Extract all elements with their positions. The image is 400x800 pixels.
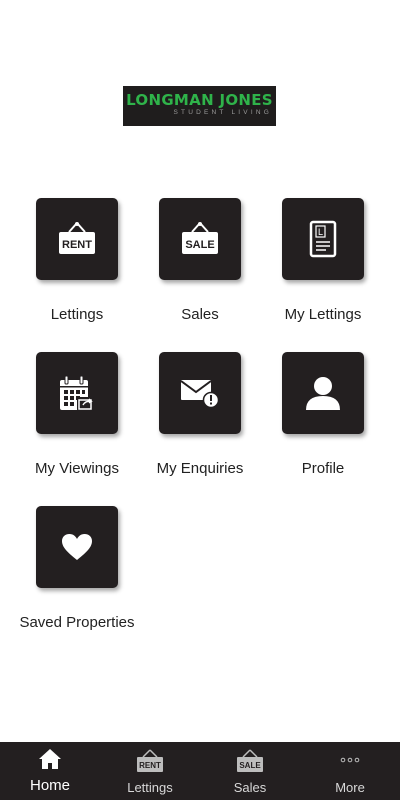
tile-sales-button[interactable]: SALE bbox=[159, 198, 241, 280]
nav-sales[interactable]: SALE Sales bbox=[200, 742, 300, 800]
tile-my-viewings-button[interactable] bbox=[36, 352, 118, 434]
tile-my-viewings[interactable]: My Viewings bbox=[15, 352, 139, 478]
sale-sign-icon: SALE bbox=[237, 749, 263, 772]
rent-sign-icon: RENT bbox=[59, 222, 95, 254]
brand-logo: LONGMAN JONES STUDENT LIVING bbox=[123, 86, 276, 126]
nav-sale-sign-text: SALE bbox=[239, 761, 261, 770]
nav-home[interactable]: Home bbox=[0, 742, 100, 800]
sale-sign-text: SALE bbox=[185, 239, 214, 251]
tile-saved-properties-button[interactable] bbox=[36, 506, 118, 588]
more-dots-icon bbox=[340, 757, 360, 763]
document-icon: L bbox=[309, 220, 337, 258]
nav-more-label: More bbox=[335, 780, 365, 795]
tile-lettings[interactable]: RENT Lettings bbox=[15, 198, 139, 324]
tile-saved-properties[interactable]: Saved Properties bbox=[15, 506, 139, 632]
tile-my-enquiries-label: My Enquiries bbox=[156, 460, 244, 477]
nav-sales-label: Sales bbox=[233, 780, 267, 795]
tile-my-enquiries[interactable]: My Enquiries bbox=[138, 352, 262, 478]
tile-sales[interactable]: SALE Sales bbox=[138, 198, 262, 324]
tile-my-enquiries-button[interactable] bbox=[159, 352, 241, 434]
mail-alert-icon bbox=[180, 380, 220, 408]
nav-lettings-label: Lettings bbox=[127, 780, 173, 795]
tile-my-lettings-label: My Lettings bbox=[284, 306, 362, 323]
heart-icon bbox=[62, 534, 92, 560]
calendar-share-icon bbox=[60, 375, 94, 411]
tile-profile-button[interactable] bbox=[282, 352, 364, 434]
tile-profile[interactable]: Profile bbox=[261, 352, 385, 478]
document-letter: L bbox=[318, 227, 323, 237]
bottom-navigation: Home RENT Lettings SALE Sales More bbox=[0, 742, 400, 800]
nav-home-label: Home bbox=[29, 777, 70, 794]
tile-lettings-button[interactable]: RENT bbox=[36, 198, 118, 280]
rent-sign-icon: RENT bbox=[137, 749, 163, 772]
rent-sign-text: RENT bbox=[62, 239, 92, 251]
user-icon bbox=[306, 377, 340, 410]
nav-rent-sign-text: RENT bbox=[139, 761, 161, 770]
logo-subtitle: STUDENT LIVING bbox=[173, 109, 272, 116]
tile-profile-label: Profile bbox=[301, 460, 345, 477]
tile-my-lettings-button[interactable]: L bbox=[282, 198, 364, 280]
tile-lettings-label: Lettings bbox=[50, 306, 104, 323]
home-icon bbox=[39, 749, 61, 769]
nav-lettings[interactable]: RENT Lettings bbox=[100, 742, 200, 800]
logo-title: LONGMAN JONES bbox=[126, 91, 273, 109]
tile-my-viewings-label: My Viewings bbox=[35, 460, 119, 477]
sale-sign-icon: SALE bbox=[182, 222, 218, 254]
tile-sales-label: Sales bbox=[181, 306, 219, 323]
nav-more[interactable]: More bbox=[300, 742, 400, 800]
tile-my-lettings[interactable]: L My Lettings bbox=[261, 198, 385, 324]
home-screen: LONGMAN JONES STUDENT LIVING RENT Lettin… bbox=[0, 0, 400, 800]
tile-saved-properties-label: Saved Properties bbox=[19, 614, 135, 631]
